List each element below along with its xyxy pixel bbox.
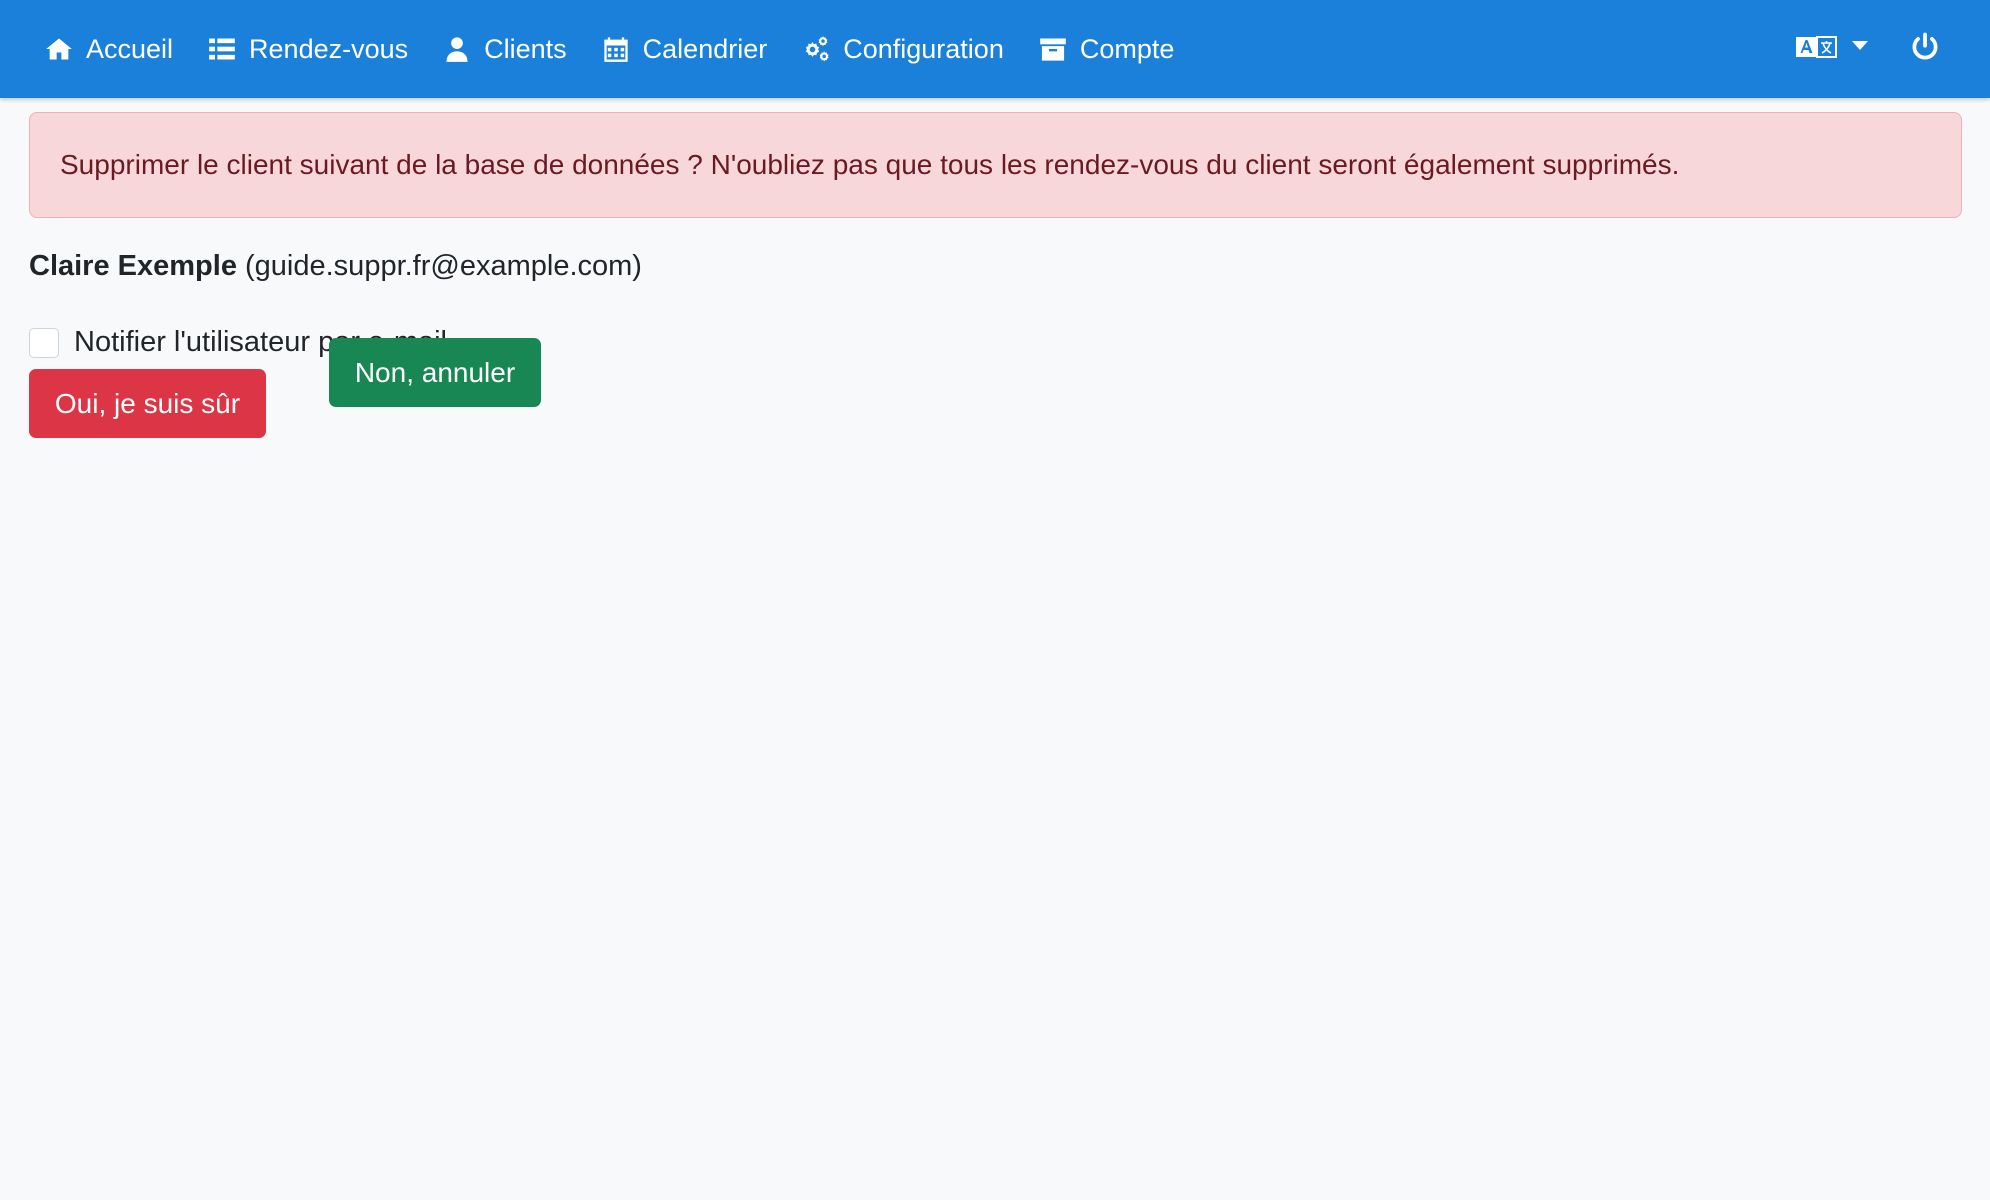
nav-item-label: Compte bbox=[1079, 33, 1175, 64]
cancel-button[interactable]: Non, annuler bbox=[329, 338, 541, 407]
delete-warning-alert: Supprimer le client suivant de la base d… bbox=[29, 112, 1962, 218]
client-summary: Claire Exemple (guide.suppr.fr@example.c… bbox=[29, 250, 642, 283]
client-email: (guide.suppr.fr@example.com) bbox=[245, 250, 642, 282]
nav-item-label: Configuration bbox=[843, 33, 1004, 64]
language-dropdown[interactable] bbox=[1796, 34, 1868, 65]
top-navbar: Accueil Rendez-vous Clients Calendrier C… bbox=[0, 0, 1990, 98]
confirm-delete-button[interactable]: Oui, je suis sûr bbox=[29, 369, 266, 438]
nav-item-accueil[interactable]: Accueil bbox=[44, 0, 173, 98]
notify-user-checkbox[interactable] bbox=[29, 327, 59, 358]
nav-item-label: Calendrier bbox=[642, 33, 768, 64]
nav-item-compte[interactable]: Compte bbox=[1038, 0, 1175, 98]
nav-right bbox=[1796, 0, 1940, 98]
nav-item-clients[interactable]: Clients bbox=[442, 0, 567, 98]
archive-icon bbox=[1038, 34, 1068, 64]
client-name: Claire Exemple bbox=[29, 250, 237, 282]
nav-item-label: Rendez-vous bbox=[249, 33, 409, 64]
language-icon bbox=[1796, 34, 1838, 65]
nav-item-configuration[interactable]: Configuration bbox=[801, 0, 1004, 98]
logout-button[interactable] bbox=[1910, 32, 1940, 67]
nav-item-label: Clients bbox=[484, 33, 567, 64]
chevron-down-icon bbox=[1852, 40, 1868, 50]
home-icon bbox=[44, 34, 74, 64]
calendar-icon bbox=[601, 34, 631, 64]
list-icon bbox=[207, 34, 237, 64]
gears-icon bbox=[801, 34, 831, 64]
user-icon bbox=[442, 34, 472, 64]
nav-item-calendrier[interactable]: Calendrier bbox=[601, 0, 768, 98]
power-icon bbox=[1910, 32, 1940, 67]
nav-items: Accueil Rendez-vous Clients Calendrier C… bbox=[0, 0, 1208, 98]
alert-message: Supprimer le client suivant de la base d… bbox=[60, 149, 1680, 180]
nav-item-rendez-vous[interactable]: Rendez-vous bbox=[207, 0, 408, 98]
nav-item-label: Accueil bbox=[86, 33, 174, 64]
